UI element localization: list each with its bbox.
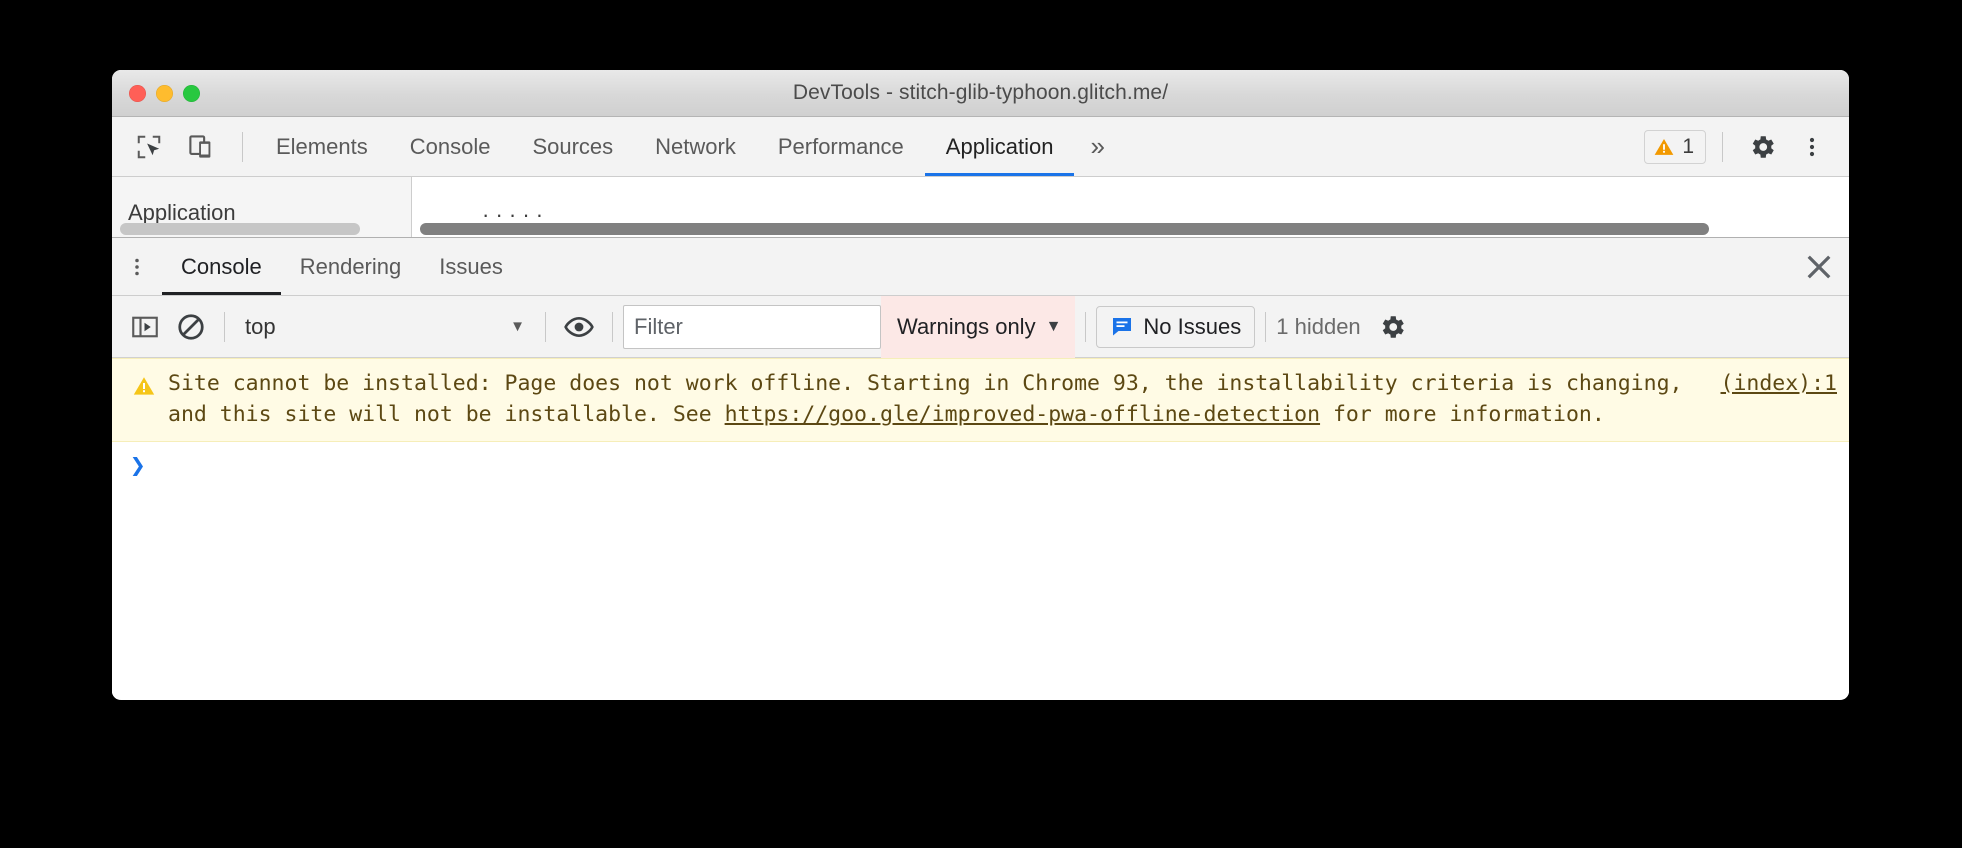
- warning-count-badge[interactable]: 1: [1644, 129, 1706, 164]
- issues-counter-label: No Issues: [1143, 313, 1242, 339]
- gear-icon: [1382, 315, 1404, 338]
- console-level-select[interactable]: Warnings only ▼: [881, 295, 1076, 358]
- tab-application[interactable]: Application: [924, 117, 1075, 176]
- drawer-tab-issues[interactable]: Issues: [420, 238, 522, 295]
- chevron-down-icon: ▼: [1045, 317, 1062, 335]
- devtools-window: DevTools - stitch-glib-typhoon.glitch.me…: [112, 70, 1849, 700]
- console-warning-message[interactable]: Site cannot be installed: Page does not …: [112, 358, 1849, 442]
- console-filter-input[interactable]: [623, 304, 881, 349]
- console-toolbar-divider-5: [1265, 311, 1267, 342]
- tab-label: Application: [945, 133, 1054, 159]
- drawer-tab-label: Console: [181, 253, 262, 279]
- warning-count-label: 1: [1682, 134, 1694, 158]
- console-toolbar: top ▼ Warnings only ▼: [112, 295, 1849, 358]
- prompt-caret-icon: ❯: [130, 451, 146, 481]
- console-warning-text: Site cannot be installed: Page does not …: [168, 368, 1713, 430]
- clear-console-button[interactable]: [168, 304, 214, 350]
- console-toolbar-divider-2: [545, 311, 546, 342]
- console-message-list[interactable]: Site cannot be installed: Page does not …: [112, 358, 1849, 699]
- close-icon: [1807, 255, 1831, 278]
- console-drawer: Console Rendering Issues top ▼ Filter Wa…: [112, 237, 1849, 699]
- kebab-menu-icon: [1809, 137, 1815, 156]
- application-sidebar[interactable]: Application: [112, 177, 412, 237]
- console-toolbar-divider-4: [1085, 311, 1087, 342]
- tab-performance[interactable]: Performance: [757, 117, 925, 176]
- tab-label: Console: [409, 133, 491, 159]
- drawer-tab-label: Issues: [439, 253, 503, 279]
- tab-label: Sources: [532, 133, 614, 159]
- console-prompt[interactable]: ❯: [112, 442, 1849, 479]
- main-toolbar: Elements Console Sources Network Perform…: [112, 117, 1849, 177]
- toolbar-divider-right: [1722, 131, 1723, 162]
- live-expression-button[interactable]: [556, 304, 602, 350]
- drawer-tabbar: Console Rendering Issues: [112, 238, 1849, 296]
- chevron-down-icon: ▼: [510, 318, 525, 335]
- console-sidebar-icon: [132, 316, 158, 337]
- settings-button[interactable]: [1739, 124, 1785, 170]
- console-toolbar-divider-3: [612, 311, 613, 342]
- drawer-tab-label: Rendering: [299, 253, 402, 279]
- tab-elements[interactable]: Elements: [255, 117, 389, 176]
- console-settings-button[interactable]: [1369, 304, 1415, 350]
- drawer-tab-rendering[interactable]: Rendering: [281, 238, 421, 295]
- application-content: · · · · ·: [412, 177, 1849, 237]
- drawer-menu-button[interactable]: [112, 238, 162, 295]
- warning-triangle-icon: [1654, 138, 1674, 155]
- console-sidebar-toggle-button[interactable]: [122, 304, 168, 350]
- traffic-lights: [129, 84, 200, 102]
- warning-text-after-link: for more information.: [1320, 402, 1605, 427]
- sidebar-horizontal-scrollbar[interactable]: [120, 223, 360, 235]
- kebab-menu-icon: [135, 258, 139, 275]
- panel-tabs: Elements Console Sources Network Perform…: [255, 117, 1121, 176]
- more-tabs-button[interactable]: »: [1074, 117, 1120, 176]
- close-drawer-button[interactable]: [1789, 238, 1849, 295]
- tab-sources[interactable]: Sources: [511, 117, 634, 176]
- device-toolbar-toggle-button[interactable]: [178, 124, 224, 170]
- main-toolbar-left: [112, 117, 255, 176]
- close-window-button[interactable]: [129, 84, 146, 102]
- tab-network[interactable]: Network: [634, 117, 757, 176]
- issues-message-icon: [1113, 317, 1132, 335]
- execution-context-label: top: [245, 313, 276, 339]
- window-title: DevTools - stitch-glib-typhoon.glitch.me…: [792, 81, 1169, 104]
- tab-console[interactable]: Console: [389, 117, 512, 176]
- live-expression-icon: [564, 316, 594, 337]
- inspect-element-button[interactable]: [126, 124, 172, 170]
- zoom-window-button[interactable]: [183, 84, 200, 102]
- console-toolbar-divider-1: [224, 311, 225, 342]
- warning-link[interactable]: https://goo.gle/improved-pwa-offline-det…: [725, 402, 1320, 427]
- device-toolbar-icon: [189, 134, 211, 158]
- application-panel-stub: Application · · · · ·: [112, 177, 1849, 237]
- tab-label: Network: [655, 133, 736, 159]
- more-options-button[interactable]: [1789, 124, 1835, 170]
- hidden-messages-count: 1 hidden: [1276, 313, 1361, 339]
- content-horizontal-scrollbar[interactable]: [420, 223, 1709, 235]
- gear-icon: [1752, 135, 1774, 158]
- inspect-element-icon: [137, 135, 161, 158]
- tab-label: Elements: [276, 133, 368, 159]
- toolbar-divider: [242, 131, 243, 162]
- issues-counter-button[interactable]: No Issues: [1096, 305, 1256, 348]
- minimize-window-button[interactable]: [156, 84, 173, 102]
- main-toolbar-right: 1: [1644, 117, 1849, 176]
- drawer-tab-console[interactable]: Console: [162, 238, 281, 295]
- clear-console-icon: [178, 313, 204, 340]
- console-level-label: Warnings only: [897, 313, 1036, 339]
- warning-triangle-icon: [132, 374, 156, 403]
- execution-context-select[interactable]: top ▼: [235, 308, 535, 346]
- tab-label: Performance: [777, 133, 904, 159]
- console-message-source-link[interactable]: (index):1: [1721, 368, 1838, 399]
- window-titlebar: DevTools - stitch-glib-typhoon.glitch.me…: [112, 70, 1849, 117]
